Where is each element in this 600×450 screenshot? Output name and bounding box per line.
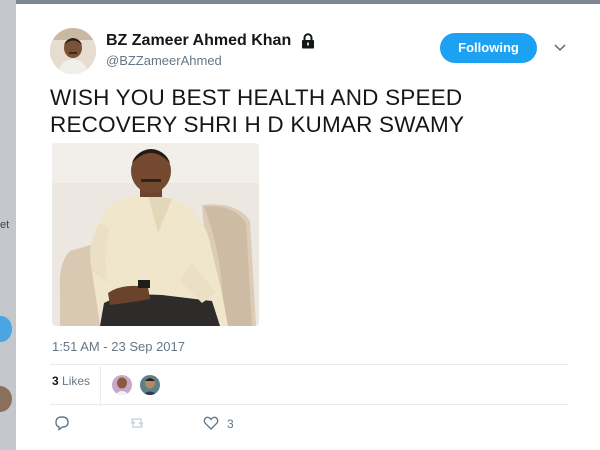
author-handle[interactable]: @BZZameerAhmed	[106, 53, 222, 68]
background-partial-text: et	[0, 219, 10, 231]
likes-count: 3	[52, 374, 59, 388]
likes-summary[interactable]: 3 Likes	[52, 374, 90, 388]
like-action-count: 3	[227, 417, 234, 431]
likes-label: Likes	[62, 374, 91, 388]
author-name[interactable]: BZ Zameer Ahmed Khan	[106, 32, 291, 50]
tweet-photo[interactable]	[52, 143, 259, 326]
liker-avatar[interactable]	[140, 375, 160, 395]
divider	[50, 404, 568, 405]
tweet-text-line: RECOVERY SHRI H D KUMAR SWAMY	[50, 112, 465, 137]
heart-icon[interactable]	[203, 415, 219, 431]
tweet-timestamp[interactable]: 1:51 AM - 23 Sep 2017	[52, 339, 185, 354]
liker-avatar[interactable]	[112, 375, 132, 395]
lock-icon	[302, 33, 314, 49]
divider	[50, 364, 568, 365]
tweet-text-line: WISH YOU BEST HEALTH AND SPEED	[50, 85, 463, 110]
following-button[interactable]: Following	[440, 33, 537, 63]
tweet-text: WISH YOU BEST HEALTH AND SPEED RECOVERY …	[50, 84, 570, 138]
author-avatar[interactable]	[50, 28, 96, 74]
divider	[100, 366, 101, 406]
tweet-card: BZ Zameer Ahmed Khan @BZZameerAhmed Foll…	[16, 4, 600, 450]
chevron-down-icon[interactable]	[553, 43, 567, 53]
retweet-icon[interactable]	[129, 415, 145, 431]
reply-icon[interactable]	[54, 415, 70, 431]
